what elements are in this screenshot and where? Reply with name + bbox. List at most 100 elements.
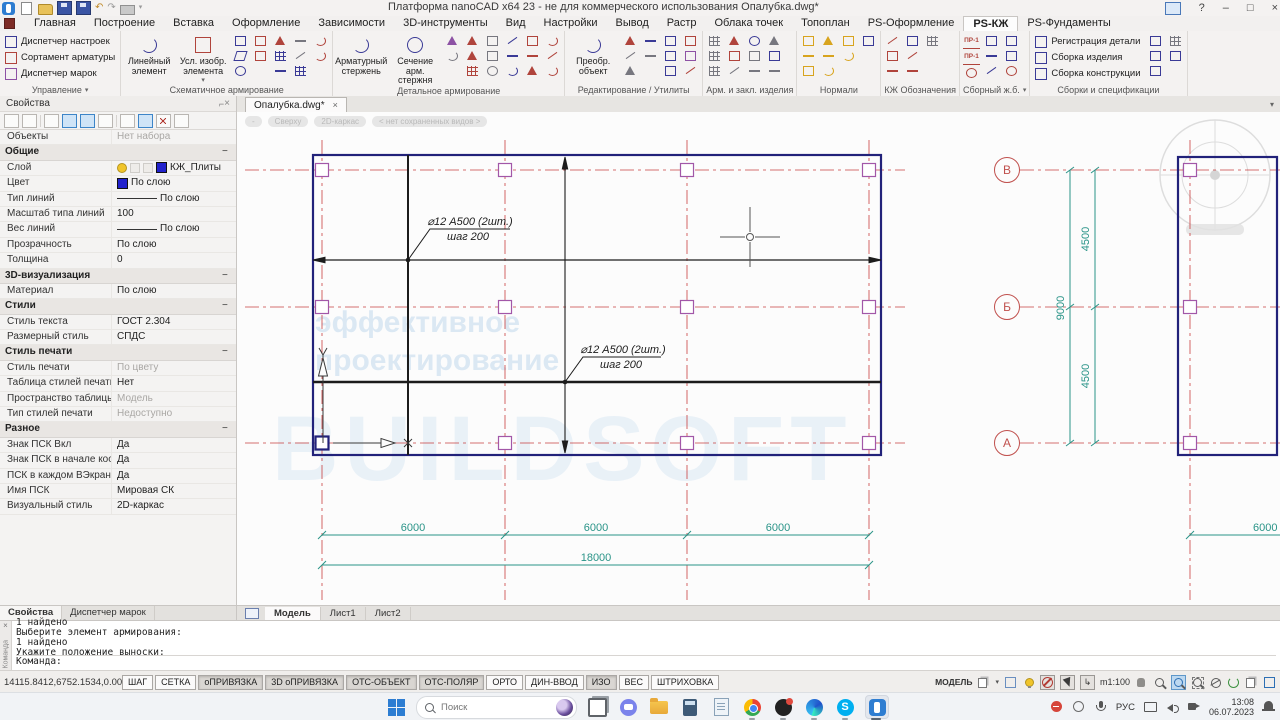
ribbon-button[interactable]: Сборка изделия [1033, 50, 1142, 65]
tool-icon[interactable] [924, 34, 941, 48]
tool-icon[interactable] [904, 34, 921, 48]
tool-icon[interactable] [232, 34, 249, 48]
tool-icon[interactable] [1147, 64, 1164, 78]
network-icon[interactable] [1143, 700, 1157, 714]
property-section[interactable]: Общие − [0, 145, 236, 161]
tool-icon[interactable] [312, 49, 329, 63]
undo-icon[interactable]: ↶ [95, 2, 103, 14]
tool-icon[interactable] [860, 34, 877, 48]
tool-icon[interactable] [622, 34, 639, 48]
property-row[interactable]: Прозрачность По слою [0, 237, 236, 254]
tool-icon[interactable] [272, 34, 289, 48]
tool-icon[interactable] [884, 64, 901, 78]
tool-icon[interactable] [983, 34, 1000, 48]
status-toggle-ДИН-ВВОД[interactable]: ДИН-ВВОД [525, 674, 584, 690]
status-toggle-ОТС-ПОЛЯР[interactable]: ОТС-ПОЛЯР [418, 674, 485, 690]
property-section[interactable]: Стиль печати − [0, 345, 236, 361]
property-row[interactable]: Стиль текста ГОСТ 2.304 [0, 314, 236, 331]
clear-selection-icon[interactable] [156, 113, 171, 128]
tool-icon[interactable] [622, 49, 639, 63]
tool-icon[interactable] [726, 64, 743, 78]
open-icon[interactable] [38, 3, 53, 15]
tool-icon[interactable] [504, 49, 521, 63]
tool-icon[interactable] [464, 34, 481, 48]
tool-icon[interactable] [232, 64, 249, 78]
microphone-icon[interactable] [1094, 700, 1108, 714]
notepad-icon[interactable] [710, 696, 732, 718]
ribbon-button[interactable]: Диспетчер настроек [3, 34, 117, 49]
drawing-canvas[interactable]: - Сверху 2D-каркас < нет сохраненных видов … [237, 112, 1280, 605]
skype-icon[interactable]: S [834, 696, 856, 720]
menu-tab-Вид[interactable]: Вид [497, 16, 535, 31]
ribbon-button[interactable]: Сортамент арматуры [3, 50, 117, 65]
clock[interactable]: 13:08 06.07.2023 [1209, 697, 1254, 717]
menu-tab-Вставка[interactable]: Вставка [164, 16, 223, 31]
tool-icon[interactable] [252, 34, 269, 48]
rebar-annotation-2[interactable]: ⌀12 А500 (2шт.) шаг 200 [562, 344, 666, 385]
bottom-dimensions[interactable] [317, 530, 1280, 570]
tool-icon[interactable] [524, 49, 541, 63]
status-toggle-ШАГ[interactable]: ШАГ [122, 674, 154, 690]
layout-preview-icon[interactable] [1245, 676, 1258, 689]
tool-icon[interactable] [1003, 49, 1020, 63]
lightbulb-icon[interactable] [1022, 676, 1035, 689]
property-row[interactable]: Стиль печати По цвету [0, 360, 236, 377]
no-symbol-icon[interactable] [1039, 674, 1055, 690]
start-button[interactable] [385, 696, 407, 718]
tool-icon[interactable] [820, 34, 837, 48]
tool-icon[interactable] [706, 49, 723, 63]
save-icon[interactable] [57, 1, 72, 15]
select-object-icon[interactable] [4, 113, 19, 128]
tool-icon[interactable] [662, 34, 679, 48]
tool-icon[interactable] [1147, 34, 1164, 48]
tool-icon[interactable] [292, 34, 309, 48]
teams-chat-icon[interactable] [617, 696, 639, 718]
property-row[interactable]: Масштаб типа линий 100 [0, 206, 236, 223]
menu-tab-Зависимости[interactable]: Зависимости [309, 16, 394, 31]
help-icon[interactable] [174, 113, 189, 128]
tool-icon[interactable] [642, 34, 659, 48]
menu-tab-Главная[interactable]: Главная [25, 16, 85, 31]
qat-customize-icon[interactable]: ▾ [139, 2, 143, 14]
property-row[interactable]: Материал По слою [0, 283, 236, 300]
menu-tab-PS-Оформление[interactable]: PS-Оформление [859, 16, 964, 31]
tool-icon[interactable] [464, 49, 481, 63]
menu-tab-PS-КЖ[interactable]: PS-КЖ [963, 15, 1019, 32]
tool-icon[interactable] [252, 49, 269, 63]
notifications-bell-icon[interactable] [1262, 700, 1276, 714]
task-view-button[interactable] [586, 696, 608, 718]
tool-icon[interactable] [766, 49, 783, 63]
tool-icon[interactable] [544, 64, 561, 78]
command-prompt[interactable]: Команда: [16, 655, 1276, 668]
minimize-button[interactable]: – [1223, 1, 1229, 15]
property-row[interactable]: Таблица стилей печати Нет [0, 376, 236, 392]
color-swatch[interactable] [117, 177, 128, 189]
property-row[interactable]: Знак ПСК Вкл Да [0, 437, 236, 454]
rebar-annotation-1[interactable]: ⌀12 А500 (2шт.) шаг 200 [405, 216, 513, 263]
tool-icon[interactable] [232, 49, 249, 63]
tool-icon[interactable] [820, 49, 837, 63]
model-space-label[interactable]: МОДЕЛЬ [935, 677, 972, 687]
tool-icon[interactable] [504, 64, 521, 78]
tool-icon[interactable] [544, 49, 561, 63]
close-button[interactable]: × [1272, 1, 1278, 15]
menu-tab-Облака точек[interactable]: Облака точек [706, 16, 793, 31]
orbit-icon[interactable] [1209, 676, 1222, 689]
ribbon-button[interactable]: Диспетчер марок [3, 66, 117, 81]
selected-column[interactable] [314, 435, 330, 451]
collapse-icon[interactable]: − [222, 269, 236, 283]
viewport-control[interactable]: - [245, 116, 262, 127]
calculator-icon[interactable] [679, 696, 701, 718]
edge-icon[interactable] [803, 696, 825, 720]
viewport-control[interactable]: < нет сохраненных видов > [372, 116, 488, 127]
tool-icon[interactable] [292, 49, 309, 63]
volume-icon[interactable] [1165, 700, 1179, 714]
status-toggle-3D оПРИВЯЗКА[interactable]: 3D оПРИВЯЗКА [265, 674, 345, 690]
collapse-icon[interactable]: − [222, 345, 236, 359]
filter-icon[interactable] [98, 113, 113, 128]
tool-icon[interactable] [746, 64, 763, 78]
tool-icon[interactable] [524, 64, 541, 78]
tool-icon[interactable] [800, 34, 817, 48]
redo-icon[interactable]: ↷ [107, 2, 115, 14]
property-section[interactable]: 3D-визуализация − [0, 268, 236, 284]
